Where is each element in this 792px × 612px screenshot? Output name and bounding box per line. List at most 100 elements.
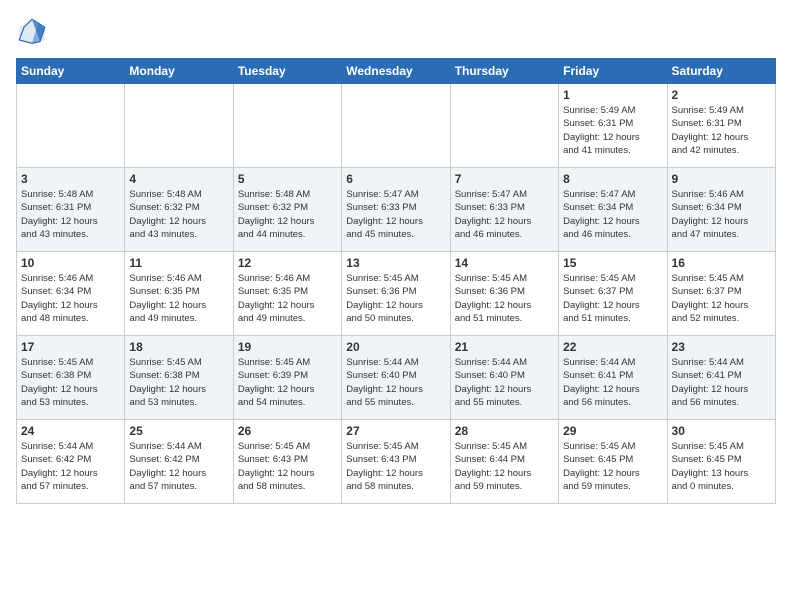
calendar-cell: 19 Sunrise: 5:45 AM Sunset: 6:39 PM Dayli… xyxy=(233,336,341,420)
calendar-cell: 4 Sunrise: 5:48 AM Sunset: 6:32 PM Daylig… xyxy=(125,168,233,252)
day-info: Sunrise: 5:47 AM Sunset: 6:33 PM Dayligh… xyxy=(455,188,554,241)
day-info: Sunrise: 5:48 AM Sunset: 6:32 PM Dayligh… xyxy=(238,188,337,241)
day-number: 21 xyxy=(455,340,554,354)
day-number: 11 xyxy=(129,256,228,270)
day-number: 18 xyxy=(129,340,228,354)
day-number: 13 xyxy=(346,256,445,270)
day-info: Sunrise: 5:46 AM Sunset: 6:34 PM Dayligh… xyxy=(672,188,771,241)
week-row-2: 3Sunrise: 5:48 AM Sunset: 6:31 PM Daylig… xyxy=(17,168,776,252)
day-number: 16 xyxy=(672,256,771,270)
day-info: Sunrise: 5:49 AM Sunset: 6:31 PM Dayligh… xyxy=(672,104,771,157)
day-info: Sunrise: 5:44 AM Sunset: 6:41 PM Dayligh… xyxy=(672,356,771,409)
calendar-cell: 3Sunrise: 5:48 AM Sunset: 6:31 PM Daylig… xyxy=(17,168,125,252)
week-row-1: 1 Sunrise: 5:49 AM Sunset: 6:31 PM Daylig… xyxy=(17,84,776,168)
day-number: 15 xyxy=(563,256,662,270)
calendar-cell: 24 Sunrise: 5:44 AM Sunset: 6:42 PM Dayli… xyxy=(17,420,125,504)
day-number: 25 xyxy=(129,424,228,438)
day-number: 12 xyxy=(238,256,337,270)
weekday-header-sunday: Sunday xyxy=(17,59,125,84)
week-row-5: 24 Sunrise: 5:44 AM Sunset: 6:42 PM Dayli… xyxy=(17,420,776,504)
day-info: Sunrise: 5:47 AM Sunset: 6:33 PM Dayligh… xyxy=(346,188,445,241)
week-row-4: 17 Sunrise: 5:45 AM Sunset: 6:38 PM Dayli… xyxy=(17,336,776,420)
day-info: Sunrise: 5:45 AM Sunset: 6:37 PM Dayligh… xyxy=(563,272,662,325)
weekday-header-wednesday: Wednesday xyxy=(342,59,450,84)
calendar-cell xyxy=(17,84,125,168)
calendar-cell: 26 Sunrise: 5:45 AM Sunset: 6:43 PM Dayli… xyxy=(233,420,341,504)
calendar-cell xyxy=(233,84,341,168)
day-info: Sunrise: 5:45 AM Sunset: 6:39 PM Dayligh… xyxy=(238,356,337,409)
day-info: Sunrise: 5:44 AM Sunset: 6:41 PM Dayligh… xyxy=(563,356,662,409)
calendar-cell: 12 Sunrise: 5:46 AM Sunset: 6:35 PM Dayli… xyxy=(233,252,341,336)
day-info: Sunrise: 5:46 AM Sunset: 6:35 PM Dayligh… xyxy=(238,272,337,325)
calendar-cell: 30 Sunrise: 5:45 AM Sunset: 6:45 PM Dayli… xyxy=(667,420,775,504)
day-info: Sunrise: 5:44 AM Sunset: 6:40 PM Dayligh… xyxy=(346,356,445,409)
weekday-header-row: SundayMondayTuesdayWednesdayThursdayFrid… xyxy=(17,59,776,84)
day-number: 7 xyxy=(455,172,554,186)
day-info: Sunrise: 5:44 AM Sunset: 6:40 PM Dayligh… xyxy=(455,356,554,409)
week-row-3: 10 Sunrise: 5:46 AM Sunset: 6:34 PM Dayli… xyxy=(17,252,776,336)
calendar-cell: 10 Sunrise: 5:46 AM Sunset: 6:34 PM Dayli… xyxy=(17,252,125,336)
calendar-cell: 20 Sunrise: 5:44 AM Sunset: 6:40 PM Dayli… xyxy=(342,336,450,420)
day-info: Sunrise: 5:45 AM Sunset: 6:43 PM Dayligh… xyxy=(238,440,337,493)
day-info: Sunrise: 5:46 AM Sunset: 6:35 PM Dayligh… xyxy=(129,272,228,325)
weekday-header-thursday: Thursday xyxy=(450,59,558,84)
weekday-header-tuesday: Tuesday xyxy=(233,59,341,84)
calendar-cell xyxy=(342,84,450,168)
calendar: SundayMondayTuesdayWednesdayThursdayFrid… xyxy=(16,58,776,504)
day-number: 5 xyxy=(238,172,337,186)
day-number: 20 xyxy=(346,340,445,354)
day-info: Sunrise: 5:45 AM Sunset: 6:38 PM Dayligh… xyxy=(21,356,120,409)
calendar-cell: 29Sunrise: 5:45 AM Sunset: 6:45 PM Dayli… xyxy=(559,420,667,504)
day-info: Sunrise: 5:48 AM Sunset: 6:32 PM Dayligh… xyxy=(129,188,228,241)
day-number: 23 xyxy=(672,340,771,354)
calendar-cell: 23 Sunrise: 5:44 AM Sunset: 6:41 PM Dayli… xyxy=(667,336,775,420)
day-info: Sunrise: 5:45 AM Sunset: 6:44 PM Dayligh… xyxy=(455,440,554,493)
day-info: Sunrise: 5:45 AM Sunset: 6:43 PM Dayligh… xyxy=(346,440,445,493)
calendar-cell: 18 Sunrise: 5:45 AM Sunset: 6:38 PM Dayli… xyxy=(125,336,233,420)
day-info: Sunrise: 5:44 AM Sunset: 6:42 PM Dayligh… xyxy=(21,440,120,493)
day-number: 26 xyxy=(238,424,337,438)
day-number: 1 xyxy=(563,88,662,102)
calendar-cell: 11 Sunrise: 5:46 AM Sunset: 6:35 PM Dayli… xyxy=(125,252,233,336)
day-number: 17 xyxy=(21,340,120,354)
day-number: 10 xyxy=(21,256,120,270)
day-number: 8 xyxy=(563,172,662,186)
day-number: 9 xyxy=(672,172,771,186)
calendar-cell xyxy=(125,84,233,168)
day-number: 3 xyxy=(21,172,120,186)
calendar-cell: 7 Sunrise: 5:47 AM Sunset: 6:33 PM Daylig… xyxy=(450,168,558,252)
day-info: Sunrise: 5:49 AM Sunset: 6:31 PM Dayligh… xyxy=(563,104,662,157)
calendar-cell: 9 Sunrise: 5:46 AM Sunset: 6:34 PM Daylig… xyxy=(667,168,775,252)
calendar-cell: 25Sunrise: 5:44 AM Sunset: 6:42 PM Dayli… xyxy=(125,420,233,504)
calendar-cell: 2 Sunrise: 5:49 AM Sunset: 6:31 PM Daylig… xyxy=(667,84,775,168)
day-info: Sunrise: 5:45 AM Sunset: 6:36 PM Dayligh… xyxy=(346,272,445,325)
weekday-header-saturday: Saturday xyxy=(667,59,775,84)
day-number: 19 xyxy=(238,340,337,354)
day-number: 2 xyxy=(672,88,771,102)
day-number: 27 xyxy=(346,424,445,438)
weekday-header-monday: Monday xyxy=(125,59,233,84)
day-number: 28 xyxy=(455,424,554,438)
day-number: 4 xyxy=(129,172,228,186)
calendar-cell: 16Sunrise: 5:45 AM Sunset: 6:37 PM Dayli… xyxy=(667,252,775,336)
calendar-cell: 15 Sunrise: 5:45 AM Sunset: 6:37 PM Dayli… xyxy=(559,252,667,336)
calendar-cell: 6 Sunrise: 5:47 AM Sunset: 6:33 PM Daylig… xyxy=(342,168,450,252)
day-number: 24 xyxy=(21,424,120,438)
calendar-cell: 28 Sunrise: 5:45 AM Sunset: 6:44 PM Dayli… xyxy=(450,420,558,504)
page: SundayMondayTuesdayWednesdayThursdayFrid… xyxy=(0,0,792,612)
calendar-cell: 1 Sunrise: 5:49 AM Sunset: 6:31 PM Daylig… xyxy=(559,84,667,168)
calendar-cell: 14Sunrise: 5:45 AM Sunset: 6:36 PM Dayli… xyxy=(450,252,558,336)
weekday-header-friday: Friday xyxy=(559,59,667,84)
day-info: Sunrise: 5:45 AM Sunset: 6:38 PM Dayligh… xyxy=(129,356,228,409)
logo xyxy=(16,16,52,48)
day-info: Sunrise: 5:47 AM Sunset: 6:34 PM Dayligh… xyxy=(563,188,662,241)
day-info: Sunrise: 5:46 AM Sunset: 6:34 PM Dayligh… xyxy=(21,272,120,325)
calendar-cell: 13 Sunrise: 5:45 AM Sunset: 6:36 PM Dayli… xyxy=(342,252,450,336)
day-number: 30 xyxy=(672,424,771,438)
calendar-cell: 5 Sunrise: 5:48 AM Sunset: 6:32 PM Daylig… xyxy=(233,168,341,252)
calendar-cell: 27 Sunrise: 5:45 AM Sunset: 6:43 PM Dayli… xyxy=(342,420,450,504)
day-number: 6 xyxy=(346,172,445,186)
calendar-cell xyxy=(450,84,558,168)
day-number: 22 xyxy=(563,340,662,354)
day-info: Sunrise: 5:45 AM Sunset: 6:45 PM Dayligh… xyxy=(672,440,771,493)
